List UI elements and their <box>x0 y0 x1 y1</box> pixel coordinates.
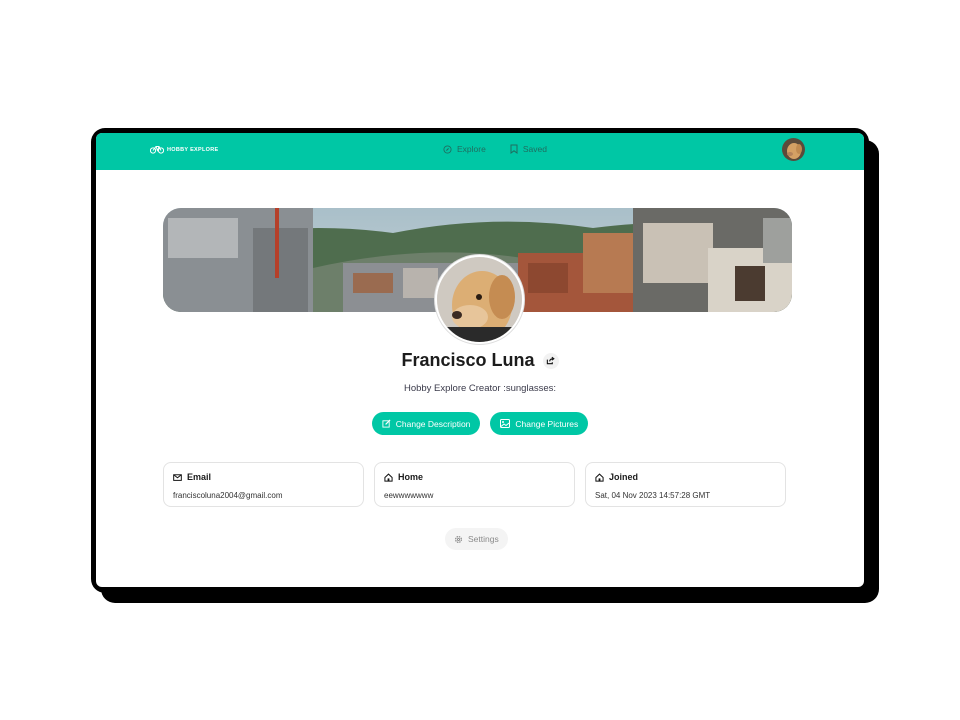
compass-icon <box>443 144 452 154</box>
info-cards: Email franciscoluna2004@gmail.com Home e… <box>163 462 786 507</box>
change-description-button[interactable]: Change Description <box>371 412 481 435</box>
home-icon <box>384 472 393 482</box>
joined-title: Joined <box>609 472 639 482</box>
change-pictures-label: Change Pictures <box>515 418 579 429</box>
user-avatar[interactable] <box>782 138 805 161</box>
nav-saved[interactable]: Saved <box>510 144 547 154</box>
edit-icon <box>382 419 391 428</box>
email-card: Email franciscoluna2004@gmail.com <box>163 462 364 507</box>
profile-avatar[interactable] <box>435 255 524 344</box>
home-card-title: Home <box>384 472 423 482</box>
gear-icon <box>454 535 463 543</box>
email-value: franciscoluna2004@gmail.com <box>173 491 283 500</box>
app-window: HOBBY EXPLORE Explore Saved Francisco Lu… <box>96 133 864 587</box>
nav-explore[interactable]: Explore <box>443 144 486 154</box>
settings-label: Settings <box>468 534 499 544</box>
top-navbar: HOBBY EXPLORE Explore Saved <box>96 133 864 170</box>
image-icon <box>500 419 511 428</box>
nav-saved-label: Saved <box>522 144 547 154</box>
share-icon <box>546 356 555 365</box>
profile-description: Hobby Explore Creator :sunglasses: <box>403 383 557 394</box>
brand-name: HOBBY EXPLORE <box>167 146 219 153</box>
profile-name: Francisco Luna <box>401 350 535 370</box>
joined-card: Joined Sat, 04 Nov 2023 14:57:28 GMT <box>585 462 786 507</box>
home-value: eewwwwwww <box>384 491 434 500</box>
brand-logo[interactable]: HOBBY EXPLORE <box>150 145 218 154</box>
nav-explore-label: Explore <box>457 144 486 154</box>
bicycle-icon <box>150 146 164 154</box>
home-title: Home <box>398 472 424 482</box>
email-card-title: Email <box>173 472 211 482</box>
joined-value: Sat, 04 Nov 2023 14:57:28 GMT <box>595 491 711 500</box>
nav-links: Explore Saved <box>443 144 547 154</box>
envelope-icon <box>173 474 182 481</box>
home-card: Home eewwwwwww <box>374 462 575 507</box>
change-description-label: Change Description <box>395 418 471 429</box>
email-title: Email <box>187 472 212 482</box>
settings-button[interactable]: Settings <box>445 528 508 550</box>
change-pictures-button[interactable]: Change Pictures <box>490 412 589 435</box>
bookmark-icon <box>510 144 518 154</box>
profile-actions: Change Description Change Pictures <box>96 412 864 435</box>
home-icon <box>595 472 604 482</box>
joined-card-title: Joined <box>595 472 638 482</box>
profile-name-row: Francisco Luna <box>96 350 864 371</box>
share-button[interactable] <box>542 352 559 369</box>
